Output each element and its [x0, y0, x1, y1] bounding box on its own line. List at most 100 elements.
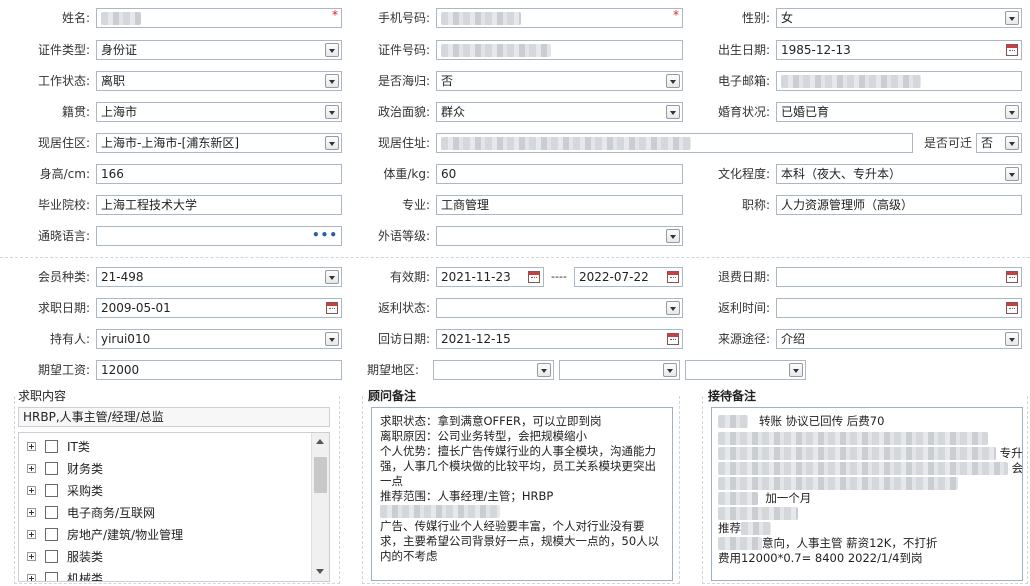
- tree-checkbox[interactable]: [45, 572, 58, 581]
- rebate-status-select[interactable]: [436, 298, 683, 318]
- tree-item-label: IT类: [67, 440, 90, 454]
- marital-label: 婚育状况:: [717, 105, 770, 119]
- gender-select[interactable]: 女: [776, 8, 1022, 28]
- source-select[interactable]: 介绍: [776, 329, 1022, 349]
- address-field[interactable]: [436, 133, 913, 153]
- chevron-down-icon[interactable]: [325, 74, 339, 88]
- marital-select[interactable]: 已婚已育: [776, 102, 1022, 122]
- holder-label: 持有人:: [49, 332, 90, 346]
- note-line: 推荐范围：人事经理/主管；HRBP: [380, 489, 554, 503]
- calendar-icon[interactable]: [528, 271, 540, 283]
- tree-item-label: 财务类: [67, 462, 104, 476]
- valid-from-field[interactable]: 2021-11-23: [436, 267, 544, 287]
- relocate-select[interactable]: 否: [976, 133, 1022, 153]
- weight-field[interactable]: 60: [436, 164, 683, 184]
- reception-notes-textarea[interactable]: 转账 协议已回传 后费70 专升 会 加一个月 推荐 意向，人事主管 薪资12K…: [711, 407, 1023, 581]
- title-field[interactable]: 人力资源管理师（高级）: [776, 195, 1022, 215]
- note-line: 意向，人事主管 薪资12K，不打折: [718, 536, 1016, 551]
- native-select[interactable]: 上海市: [96, 102, 342, 122]
- scroll-up-icon[interactable]: [316, 439, 324, 444]
- scroll-down-icon[interactable]: [316, 569, 324, 574]
- phone-field[interactable]: *: [436, 8, 683, 28]
- chevron-down-icon[interactable]: [666, 105, 680, 119]
- name-field[interactable]: *: [96, 8, 342, 28]
- chevron-down-icon[interactable]: [666, 74, 680, 88]
- foreign-select[interactable]: [436, 226, 683, 246]
- job-category-tree: IT类 财务类 采购类 电子商务/互联网 房地产/建筑/物业管理 服装类 机械类: [18, 432, 330, 582]
- overseas-label: 是否海归:: [377, 74, 430, 88]
- expand-icon[interactable]: [27, 486, 36, 495]
- chevron-down-icon[interactable]: [1005, 136, 1019, 150]
- political-select[interactable]: 群众: [436, 102, 683, 122]
- expand-icon[interactable]: [27, 464, 36, 473]
- calendar-icon[interactable]: [326, 302, 338, 314]
- calendar-icon[interactable]: [1006, 44, 1018, 56]
- note-line: 个人优势：擅长广告传媒行业的人事全模块，沟通能力: [380, 444, 656, 458]
- advisor-notes-textarea[interactable]: 求职状态：拿到满意OFFER，可以立即到岗 离职原因：公司业务转型，会把规模缩小…: [371, 407, 673, 581]
- chevron-down-icon[interactable]: [325, 43, 339, 57]
- region-province-select[interactable]: [433, 360, 554, 380]
- salary-field[interactable]: 12000: [96, 360, 342, 380]
- valid-to-field[interactable]: 2022-07-22: [574, 267, 683, 287]
- id-type-select[interactable]: 身份证: [96, 40, 342, 60]
- note-line-text: 加一个月: [765, 491, 812, 505]
- more-icon[interactable]: •••: [312, 227, 338, 243]
- height-field[interactable]: 166: [96, 164, 342, 184]
- expand-icon[interactable]: [27, 442, 36, 451]
- title-label: 职称:: [741, 198, 770, 212]
- language-field[interactable]: •••: [96, 226, 342, 246]
- tree-checkbox[interactable]: [45, 528, 58, 541]
- scroll-thumb[interactable]: [314, 457, 327, 493]
- id-no-field[interactable]: [436, 40, 683, 60]
- region-city-select[interactable]: [559, 360, 680, 380]
- work-status-select[interactable]: 离职: [96, 71, 342, 91]
- tree-checkbox[interactable]: [45, 550, 58, 563]
- rebate-time-field[interactable]: [776, 298, 1022, 318]
- chevron-down-icon[interactable]: [1005, 167, 1019, 181]
- refund-date-field[interactable]: [776, 267, 1022, 287]
- expand-icon[interactable]: [27, 508, 36, 517]
- email-label: 电子邮箱:: [717, 74, 770, 88]
- calendar-icon[interactable]: [1006, 271, 1018, 283]
- tree-scrollbar[interactable]: [311, 433, 329, 581]
- member-type-select[interactable]: 21-498: [96, 267, 342, 287]
- tree-item-label: 机械类: [67, 572, 104, 582]
- chevron-down-icon[interactable]: [325, 136, 339, 150]
- expand-icon[interactable]: [27, 530, 36, 539]
- calendar-icon[interactable]: [1006, 302, 1018, 314]
- chevron-down-icon[interactable]: [325, 105, 339, 119]
- area-select[interactable]: 上海市-上海市-[浦东新区]: [96, 133, 342, 153]
- chevron-down-icon[interactable]: [537, 363, 551, 377]
- chevron-down-icon[interactable]: [1005, 11, 1019, 25]
- redacted-text: [718, 492, 758, 505]
- job-date-field[interactable]: 2009-05-01: [96, 298, 342, 318]
- chevron-down-icon[interactable]: [1005, 332, 1019, 346]
- chevron-down-icon[interactable]: [1005, 105, 1019, 119]
- calendar-icon[interactable]: [667, 271, 679, 283]
- section-divider: [0, 257, 1030, 258]
- tree-checkbox[interactable]: [45, 506, 58, 519]
- chevron-down-icon[interactable]: [325, 270, 339, 284]
- major-field[interactable]: 工商管理: [436, 195, 683, 215]
- chevron-down-icon[interactable]: [666, 229, 680, 243]
- chevron-down-icon[interactable]: [666, 301, 680, 315]
- school-field[interactable]: 上海工程技术大学: [96, 195, 342, 215]
- calendar-icon[interactable]: [667, 333, 679, 345]
- chevron-down-icon[interactable]: [789, 363, 803, 377]
- email-field[interactable]: [776, 71, 1022, 91]
- birth-date-field[interactable]: 1985-12-13: [776, 40, 1022, 60]
- expand-icon[interactable]: [27, 552, 36, 561]
- holder-select[interactable]: yirui010: [96, 329, 342, 349]
- chevron-down-icon[interactable]: [325, 332, 339, 346]
- tree-checkbox[interactable]: [45, 440, 58, 453]
- region-district-select[interactable]: [685, 360, 806, 380]
- tree-checkbox[interactable]: [45, 462, 58, 475]
- note-line: 加一个月: [718, 491, 1016, 506]
- expand-icon[interactable]: [27, 574, 36, 581]
- tree-checkbox[interactable]: [45, 484, 58, 497]
- chevron-down-icon[interactable]: [663, 363, 677, 377]
- name-label: 姓名:: [61, 11, 90, 25]
- education-select[interactable]: 本科（夜大、专升本）: [776, 164, 1022, 184]
- visit-date-field[interactable]: 2021-12-15: [436, 329, 683, 349]
- overseas-select[interactable]: 否: [436, 71, 683, 91]
